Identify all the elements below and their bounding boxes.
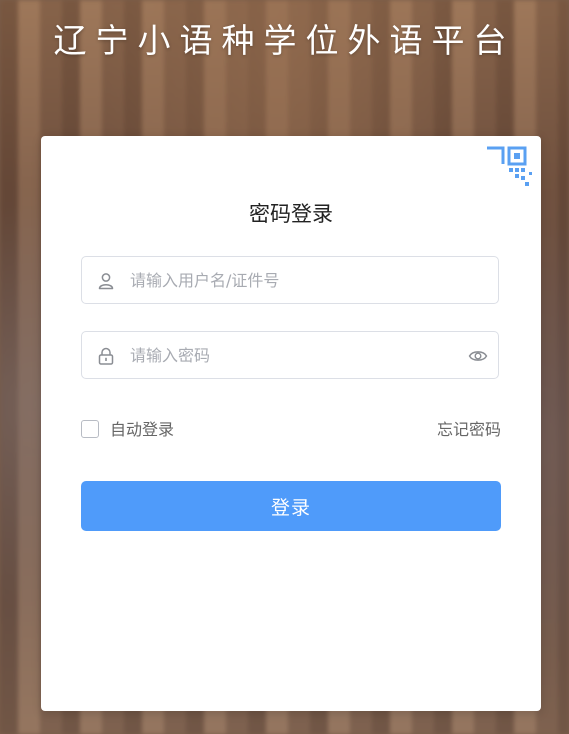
auto-login-label[interactable]: 自动登录	[110, 420, 174, 440]
eye-icon[interactable]	[468, 346, 488, 366]
password-input[interactable]	[130, 332, 450, 378]
login-button[interactable]: 登录	[81, 481, 501, 531]
lock-icon	[98, 347, 114, 365]
username-input[interactable]	[130, 257, 450, 303]
password-field[interactable]	[81, 331, 499, 379]
login-options: 自动登录 忘记密码	[81, 420, 501, 442]
login-heading: 密码登录	[249, 202, 333, 226]
login-card: 密码登录 自动登录 忘记密码 登录	[41, 136, 541, 711]
username-field[interactable]	[81, 256, 499, 304]
forgot-password-link[interactable]: 忘记密码	[437, 420, 501, 440]
qr-code-icon[interactable]	[485, 144, 533, 192]
page-title: 辽宁小语种学位外语平台	[53, 21, 516, 60]
user-icon	[98, 273, 114, 290]
auto-login-checkbox[interactable]	[81, 420, 99, 438]
